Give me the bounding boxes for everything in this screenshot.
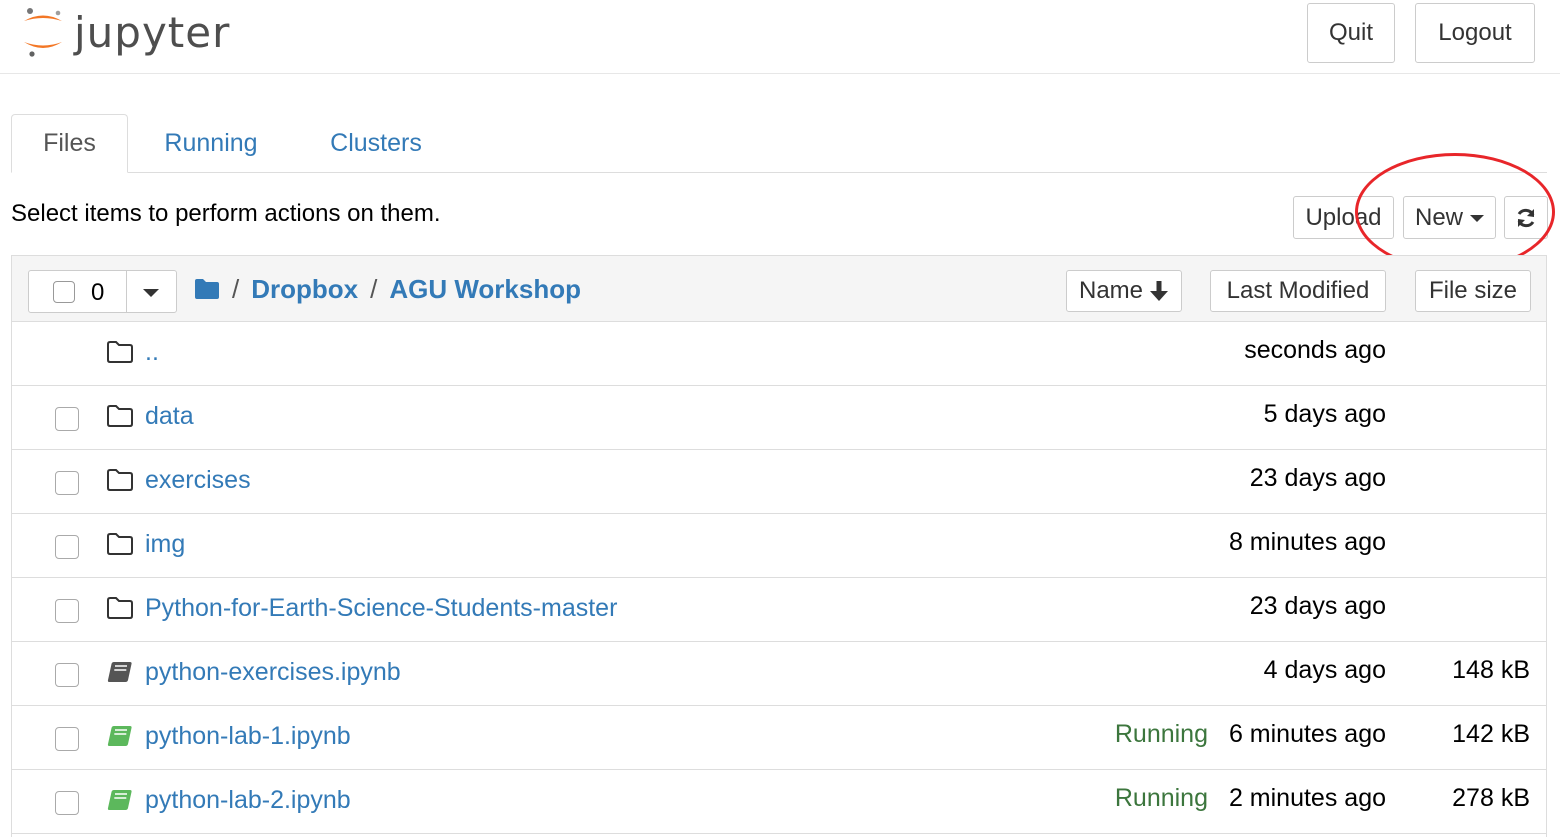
item-name[interactable]: python-lab-1.ipynb bbox=[145, 722, 351, 751]
item-modified: 8 minutes ago bbox=[1228, 528, 1386, 556]
item-modified: 5 days ago bbox=[1263, 400, 1386, 428]
tab-bar: Files Running Clusters bbox=[11, 114, 1547, 173]
item-name[interactable]: python-lab-2.ipynb bbox=[145, 786, 351, 815]
item-name[interactable]: exercises bbox=[145, 466, 251, 495]
folder-icon[interactable] bbox=[194, 278, 220, 300]
breadcrumb-agu-workshop[interactable]: AGU Workshop bbox=[389, 274, 581, 305]
select-all-group[interactable]: 0 bbox=[28, 270, 177, 313]
item-name[interactable]: python-exercises.ipynb bbox=[145, 658, 401, 687]
tab-clusters[interactable]: Clusters bbox=[311, 114, 441, 172]
caret-down-icon bbox=[1470, 215, 1484, 222]
item-size: 278 kB bbox=[1452, 784, 1530, 812]
notebook-running-icon bbox=[107, 790, 132, 810]
item-modified: 6 minutes ago bbox=[1228, 720, 1386, 748]
tab-running[interactable]: Running bbox=[148, 114, 274, 172]
row-checkbox[interactable] bbox=[55, 727, 79, 751]
sort-by-modified-button[interactable]: Last Modified bbox=[1210, 270, 1386, 312]
caret-down-icon[interactable] bbox=[143, 289, 159, 297]
file-list: 0 / Dropbox / AGU Workshop Name Last Mod… bbox=[11, 255, 1547, 837]
logout-button[interactable]: Logout bbox=[1415, 3, 1535, 63]
list-item[interactable]: Python-for-Earth-Science-Students-master… bbox=[12, 578, 1546, 642]
sort-by-name-button[interactable]: Name bbox=[1066, 270, 1182, 312]
row-checkbox[interactable] bbox=[55, 535, 79, 559]
logo-text: jupyter bbox=[74, 8, 231, 57]
list-item[interactable]: img 8 minutes ago bbox=[12, 514, 1546, 578]
item-modified: 2 minutes ago bbox=[1228, 784, 1386, 812]
row-checkbox[interactable] bbox=[55, 663, 79, 687]
item-modified: 4 days ago bbox=[1263, 656, 1386, 684]
jupyter-logo-icon bbox=[24, 8, 62, 57]
file-list-header: 0 / Dropbox / AGU Workshop Name Last Mod… bbox=[12, 256, 1546, 322]
breadcrumb-root: / bbox=[232, 273, 240, 304]
row-checkbox[interactable] bbox=[55, 407, 79, 431]
upload-button[interactable]: Upload bbox=[1293, 196, 1394, 239]
sort-name-label: Name bbox=[1078, 277, 1144, 304]
folder-outline-icon bbox=[107, 341, 133, 363]
list-item[interactable]: python-lab-1.ipynb Running 6 minutes ago… bbox=[12, 706, 1546, 770]
tab-files[interactable]: Files bbox=[11, 114, 128, 173]
select-all-checkbox[interactable] bbox=[53, 281, 75, 303]
item-size: 142 kB bbox=[1452, 720, 1530, 748]
list-item[interactable]: .. seconds ago bbox=[12, 322, 1546, 386]
item-modified: 23 days ago bbox=[1249, 464, 1386, 492]
selection-hint: Select items to perform actions on them. bbox=[11, 200, 441, 227]
list-item[interactable]: python-lab-2.ipynb Running 2 minutes ago… bbox=[12, 770, 1546, 834]
header: jupyter Quit Logout bbox=[0, 0, 1560, 74]
folder-outline-icon bbox=[107, 405, 133, 427]
item-name[interactable]: img bbox=[145, 530, 185, 559]
new-button-label: New bbox=[1414, 203, 1463, 231]
refresh-icon bbox=[1517, 208, 1535, 227]
item-modified: 23 days ago bbox=[1249, 592, 1386, 620]
list-item[interactable]: exercises 23 days ago bbox=[12, 450, 1546, 514]
jupyter-logo[interactable]: jupyter bbox=[18, 4, 238, 60]
list-item[interactable]: python-exercises.ipynb 4 days ago 148 kB bbox=[12, 642, 1546, 706]
row-checkbox[interactable] bbox=[55, 471, 79, 495]
breadcrumb-separator: / bbox=[370, 273, 378, 304]
breadcrumb: / Dropbox / AGU Workshop bbox=[194, 273, 581, 305]
divider bbox=[126, 271, 127, 312]
notebook-running-icon bbox=[107, 726, 132, 746]
folder-outline-icon bbox=[107, 597, 133, 619]
notebook-icon bbox=[107, 662, 132, 682]
row-checkbox[interactable] bbox=[55, 599, 79, 623]
row-checkbox[interactable] bbox=[55, 791, 79, 815]
running-status: Running bbox=[1114, 784, 1208, 812]
quit-button[interactable]: Quit bbox=[1307, 3, 1395, 63]
arrow-down-icon bbox=[1150, 281, 1169, 301]
item-name[interactable]: data bbox=[145, 402, 194, 431]
folder-outline-icon bbox=[107, 533, 133, 555]
item-size: 148 kB bbox=[1452, 656, 1530, 684]
sort-by-size-button[interactable]: File size bbox=[1415, 270, 1531, 312]
item-name[interactable]: Python-for-Earth-Science-Students-master bbox=[145, 594, 617, 623]
list-item[interactable]: data 5 days ago bbox=[12, 386, 1546, 450]
item-modified: seconds ago bbox=[1244, 336, 1386, 364]
selected-count: 0 bbox=[91, 279, 105, 306]
item-name[interactable]: .. bbox=[145, 338, 159, 367]
refresh-button[interactable] bbox=[1504, 196, 1548, 239]
breadcrumb-dropbox[interactable]: Dropbox bbox=[251, 274, 358, 305]
running-status: Running bbox=[1114, 720, 1208, 748]
new-dropdown-button[interactable]: New bbox=[1403, 196, 1496, 239]
folder-outline-icon bbox=[107, 469, 133, 491]
